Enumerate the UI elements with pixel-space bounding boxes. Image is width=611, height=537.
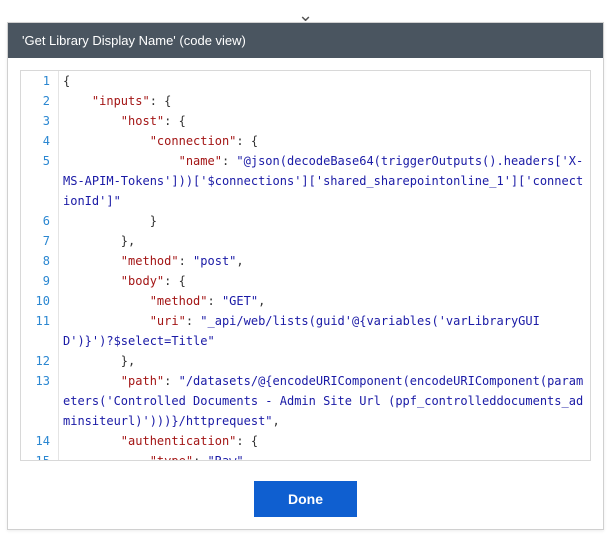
line-number: 1: [27, 71, 50, 91]
code-line[interactable]: "body": {: [63, 271, 586, 291]
code-line[interactable]: "method": "GET",: [63, 291, 586, 311]
editor-container: 12345..67891011.1213..141516 { "inputs":…: [8, 58, 603, 469]
line-number: 12: [27, 351, 50, 371]
line-number: 3: [27, 111, 50, 131]
code-line[interactable]: "type": "Raw",: [63, 451, 586, 460]
code-line[interactable]: "connection": {: [63, 131, 586, 151]
code-line[interactable]: {: [63, 71, 586, 91]
code-line[interactable]: "name": "@json(decodeBase64(triggerOutpu…: [63, 151, 586, 211]
code-view-panel: 'Get Library Display Name' (code view) 1…: [7, 22, 604, 530]
line-number: 2: [27, 91, 50, 111]
code-line[interactable]: },: [63, 231, 586, 251]
code-area[interactable]: { "inputs": { "host": { "connection": { …: [59, 71, 590, 460]
code-line[interactable]: "path": "/datasets/@{encodeURIComponent(…: [63, 371, 586, 431]
code-line[interactable]: "authentication": {: [63, 431, 586, 451]
line-number: 4: [27, 131, 50, 151]
code-line[interactable]: "method": "post",: [63, 251, 586, 271]
done-button[interactable]: Done: [254, 481, 357, 517]
line-number: 14: [27, 431, 50, 451]
line-number: 8: [27, 251, 50, 271]
code-line[interactable]: "uri": "_api/web/lists(guid'@{variables(…: [63, 311, 586, 351]
panel-footer: Done: [8, 469, 603, 529]
code-editor[interactable]: 12345..67891011.1213..141516 { "inputs":…: [20, 70, 591, 461]
line-number: 5: [27, 151, 50, 171]
line-number: 9: [27, 271, 50, 291]
line-number: 6: [27, 211, 50, 231]
code-line[interactable]: },: [63, 351, 586, 371]
panel-header: 'Get Library Display Name' (code view): [8, 23, 603, 58]
line-number: 10: [27, 291, 50, 311]
line-number-gutter: 12345..67891011.1213..141516: [21, 71, 59, 460]
code-line[interactable]: }: [63, 211, 586, 231]
line-number: 11: [27, 311, 50, 331]
line-number: 15: [27, 451, 50, 461]
code-line[interactable]: "inputs": {: [63, 91, 586, 111]
code-line[interactable]: "host": {: [63, 111, 586, 131]
line-number: 13: [27, 371, 50, 391]
panel-title: 'Get Library Display Name' (code view): [22, 33, 246, 48]
line-number: 7: [27, 231, 50, 251]
